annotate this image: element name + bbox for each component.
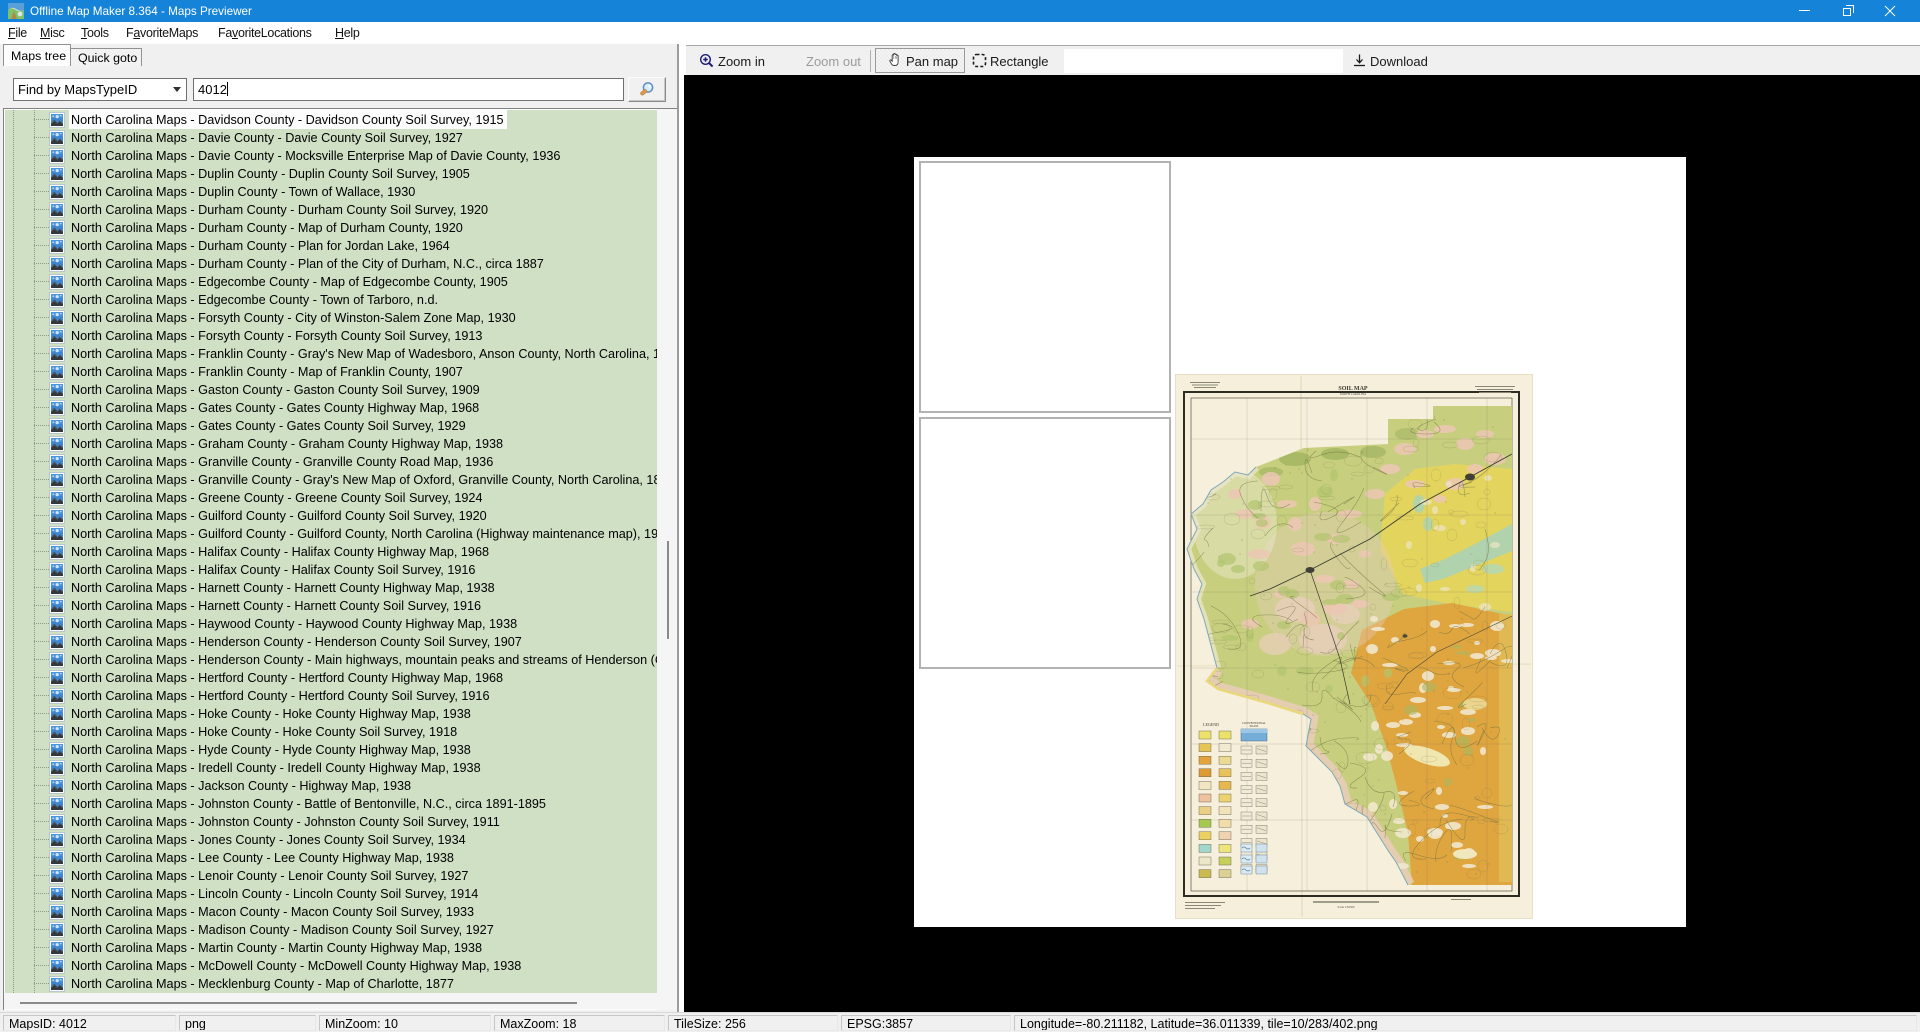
svg-text:SIGNS: SIGNS (1250, 724, 1259, 728)
svg-text:NORTH CAROLINA: NORTH CAROLINA (1340, 392, 1367, 396)
svg-text:LEGEND: LEGEND (1203, 722, 1219, 727)
svg-text:Scale 1:62500: Scale 1:62500 (1337, 905, 1355, 909)
